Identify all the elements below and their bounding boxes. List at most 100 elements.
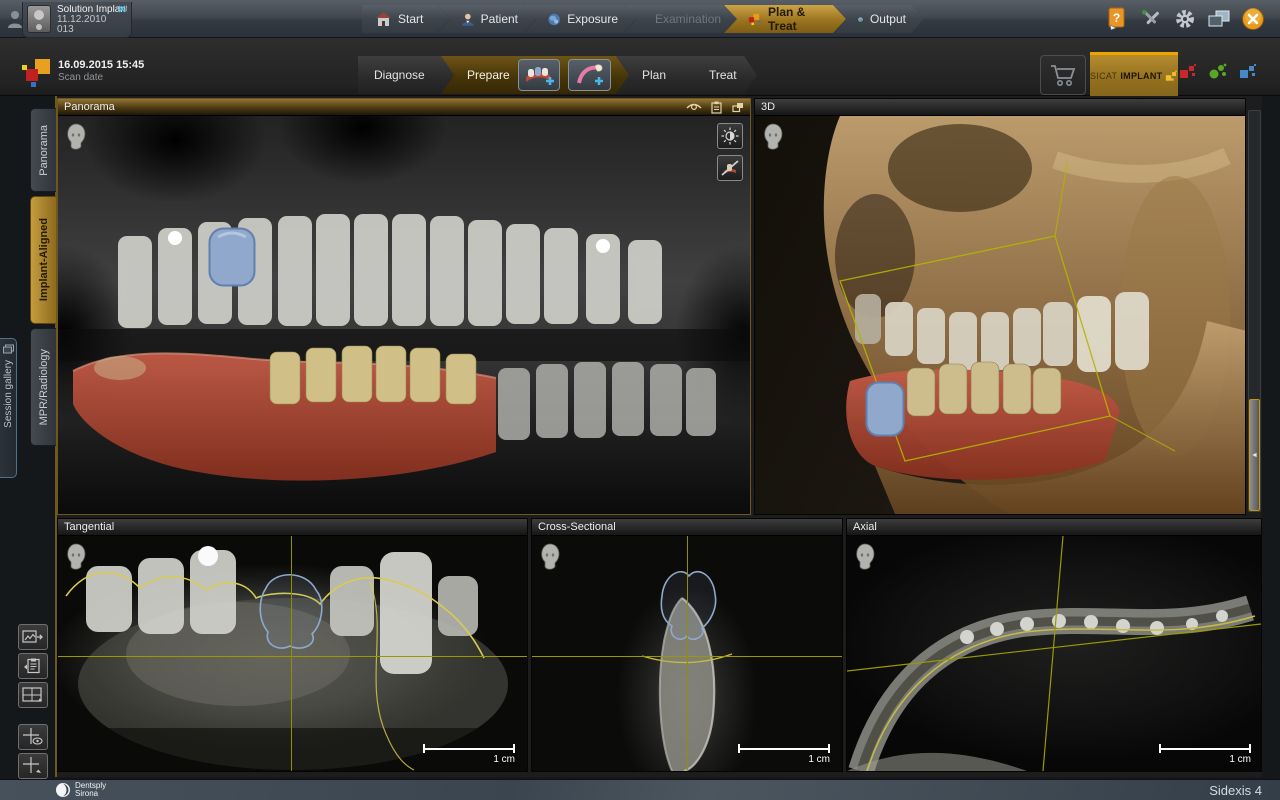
hide-objects-button[interactable] [717, 155, 743, 181]
nav-tab-plan-treat[interactable]: Plan & Treat [724, 5, 846, 33]
crosshair-vertical[interactable] [687, 536, 688, 771]
add-implants-button[interactable] [518, 59, 561, 91]
close-patient-icon[interactable]: ✕ [116, 5, 128, 17]
nav-tab-start[interactable]: Start [362, 5, 450, 33]
tangential-viewport[interactable]: 1 cm [58, 536, 527, 771]
add-implants-icon [524, 63, 554, 87]
home-icon [376, 12, 391, 26]
tangential-header[interactable]: Tangential [58, 519, 527, 536]
workspace-tab-panorama[interactable]: Panorama [30, 108, 56, 192]
shop-cart-button[interactable] [1040, 55, 1086, 95]
phase-tab-diagnose[interactable]: Diagnose [358, 56, 454, 94]
nav-tab-label: Start [398, 12, 423, 26]
crosshair-tool-column [18, 724, 48, 779]
brightness-contrast-button[interactable] [717, 123, 743, 149]
user-icon [7, 9, 23, 29]
panel-expand-handle[interactable]: ◄ [1249, 399, 1260, 511]
eye-icon[interactable] [686, 101, 702, 113]
phase-tab-prepare[interactable]: Prepare [441, 56, 629, 94]
nav-tab-label: Examination [655, 12, 721, 26]
workspace-tab-mpr-radiology[interactable]: MPR/Radiology [30, 328, 56, 446]
nav-tab-patient[interactable]: Patient [438, 5, 536, 33]
copy-view-button[interactable] [18, 653, 48, 679]
app-brand: SICAT [1090, 71, 1117, 81]
phase-nav: Diagnose Prepare Plan Treat [358, 56, 757, 94]
three-d-panel: 3D [754, 98, 1246, 515]
nav-tab-label: Exposure [567, 12, 618, 26]
nav-tab-label: Plan & Treat [768, 5, 828, 33]
cross-sectional-viewport[interactable]: 1 cm [532, 536, 842, 771]
panorama-viewport[interactable] [58, 116, 750, 514]
implant-tooth-blue[interactable] [865, 381, 905, 437]
axial-title: Axial [853, 521, 877, 533]
scale-label: 1 cm [808, 754, 830, 765]
brightness-icon [721, 127, 739, 145]
help-icon[interactable]: ? [1104, 6, 1130, 32]
three-d-image [755, 116, 1245, 514]
app-switcher [1178, 62, 1258, 80]
scale-bar: 1 cm [423, 744, 515, 765]
app-name: Sidexis 4 [1209, 783, 1262, 798]
implant-tooth-blue[interactable] [208, 227, 256, 287]
crosshair-reset-button[interactable] [18, 753, 48, 779]
patient-card[interactable]: Solution Implant 11.12.2010 013 ✕ [22, 2, 132, 38]
tools-icon[interactable] [1138, 6, 1164, 32]
app-icon-blue[interactable] [1238, 62, 1258, 80]
plan-treat-icon [748, 12, 761, 26]
sicat-implant-app-button[interactable]: SICATIMPLANT [1090, 52, 1178, 96]
workspace-tab-label: Panorama [38, 125, 50, 176]
three-d-header[interactable]: 3D [755, 99, 1245, 116]
crosshair-show-button[interactable] [18, 724, 48, 750]
crosshair-show-icon [23, 728, 43, 746]
head-orientation-icon[interactable] [854, 543, 876, 571]
axial-header[interactable]: Axial [847, 519, 1261, 536]
maximize-icon[interactable] [732, 102, 744, 113]
settings-gear-icon[interactable] [1172, 6, 1198, 32]
layout-grid-button[interactable] [18, 682, 48, 708]
hide-objects-icon [721, 159, 739, 177]
export-image-button[interactable] [18, 624, 48, 650]
export-image-icon [22, 629, 44, 645]
crosshair-line-2 [1043, 536, 1063, 771]
chevron-left-icon: ◄ [1251, 452, 1258, 459]
app-product: IMPLANT [1120, 71, 1162, 81]
head-orientation-icon[interactable] [539, 543, 561, 571]
panorama-header[interactable]: Panorama [58, 99, 750, 116]
crosshair-horizontal[interactable] [58, 656, 527, 657]
avatar [27, 5, 51, 33]
nav-tab-output[interactable]: Output [834, 5, 924, 33]
window-controls: ? [1104, 6, 1266, 32]
side-panel-track: ◄ [1248, 110, 1261, 512]
cross-sectional-title: Cross-Sectional [538, 521, 616, 533]
nav-tab-examination: Examination [624, 5, 736, 33]
cross-sectional-panel: Cross-Sectional 1 cm [531, 518, 843, 772]
panorama-image [58, 116, 750, 514]
windows-icon[interactable] [1206, 6, 1232, 32]
crosshair-vertical[interactable] [291, 536, 292, 771]
app-window: { "titlebar": { "patient": { "name": "So… [0, 0, 1280, 800]
nav-tab-exposure[interactable]: Exposure [524, 5, 636, 33]
app-icon-red[interactable] [1178, 62, 1198, 80]
output-icon [858, 12, 863, 27]
app-icon-green[interactable] [1208, 62, 1228, 80]
svg-text:?: ? [1113, 11, 1120, 25]
patient-icon [462, 12, 474, 27]
add-jaw-curve-button[interactable] [568, 59, 611, 91]
panorama-title: Panorama [64, 101, 115, 113]
tangential-image [58, 536, 527, 771]
patient-id: 013 [57, 25, 127, 34]
close-icon[interactable] [1240, 6, 1266, 32]
cross-sectional-header[interactable]: Cross-Sectional [532, 519, 842, 536]
scan-date-label: Scan date [58, 72, 144, 84]
head-orientation-icon[interactable] [65, 123, 87, 151]
session-gallery-tab[interactable]: Session gallery [0, 338, 17, 478]
clipboard-icon[interactable] [710, 101, 724, 114]
head-orientation-icon[interactable] [762, 123, 784, 151]
tangential-title: Tangential [64, 521, 114, 533]
workspace-tab-implant-aligned[interactable]: Implant-Aligned [30, 196, 56, 324]
three-d-viewport[interactable] [755, 116, 1245, 514]
axial-viewport[interactable]: 1 cm [847, 536, 1261, 771]
main-workflow-nav: Start Patient Exposure Examination Plan … [362, 5, 924, 33]
head-orientation-icon[interactable] [65, 543, 87, 571]
cart-icon [1049, 62, 1077, 88]
